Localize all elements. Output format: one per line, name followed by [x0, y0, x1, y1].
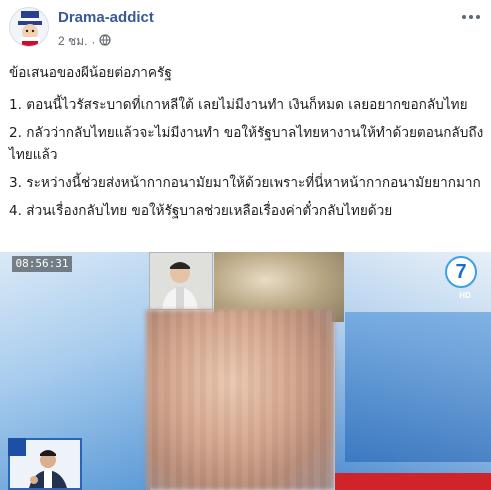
- post-line-title: ข้อเสนอของผีน้อยต่อภาครัฐ: [9, 65, 172, 81]
- channel-number: 7: [455, 260, 467, 283]
- channel-logo: 7 HD: [445, 256, 477, 300]
- post-time[interactable]: 2 ชม.: [58, 32, 87, 51]
- facebook-post: Drama-addict 2 ชม. · ข้อเสนอของผีน้อยต่อ…: [0, 0, 491, 490]
- post-line-4: 4. ส่วนเรื่องกลับไทย ขอให้รัฐบาลช่วยเหลื…: [9, 203, 393, 219]
- studio-blue-band: [345, 312, 491, 462]
- post-header: Drama-addict 2 ชม. ·: [0, 0, 491, 60]
- sign-language-tag: [8, 438, 26, 456]
- page-avatar[interactable]: [9, 7, 49, 47]
- post-meta: 2 ชม. ·: [58, 32, 112, 51]
- meta-separator: ·: [91, 34, 96, 49]
- presenter-inset: [149, 252, 213, 310]
- post-text: ข้อเสนอของผีน้อยต่อภาครัฐ 1. ตอนนี้ไวรัส…: [9, 62, 485, 228]
- post-line-1: 1. ตอนนี้ไวรัสระบาดที่เกาหลีใต้ เลยไม่มี…: [9, 97, 468, 113]
- video-timestamp: 08:56:31: [12, 256, 72, 272]
- avatar-cartoon-icon: [10, 8, 48, 46]
- channel-sub: HD: [459, 291, 471, 300]
- post-image[interactable]: 08:56:31 7 HD: [0, 252, 491, 490]
- pixelation-overlay: [146, 310, 334, 490]
- globe-icon: [99, 34, 112, 49]
- news-red-bar: [335, 473, 491, 490]
- post-author[interactable]: Drama-addict: [58, 9, 154, 26]
- more-options-icon[interactable]: [459, 8, 483, 26]
- post-line-3: 3. ระหว่างนี้ช่วยส่งหน้ากากอนามัยมาให้ด้…: [9, 175, 481, 191]
- post-line-2: 2. กลัวว่ากลับไทยแล้วจะไม่มีงานทำ ขอให้ร…: [9, 125, 484, 163]
